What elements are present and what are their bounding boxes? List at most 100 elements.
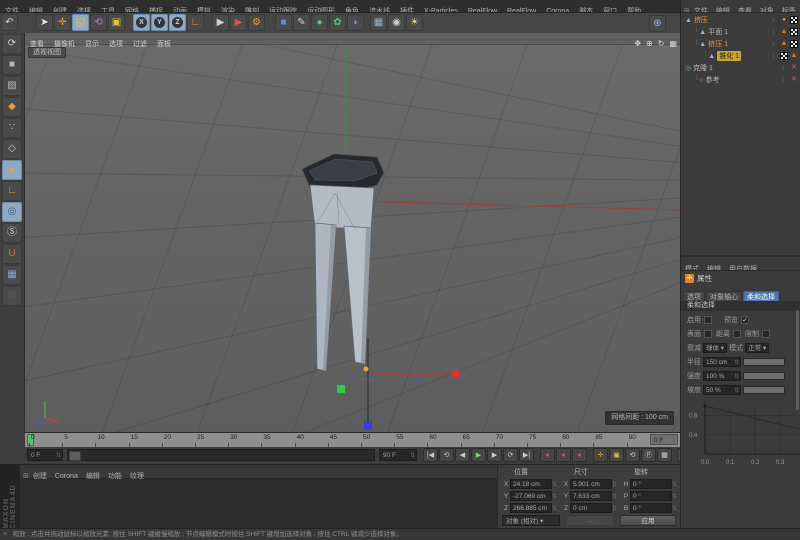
disabled-tag-icon[interactable]: ✕ [790,64,798,72]
menu-流水线[interactable]: 流水线 [369,6,390,13]
end-frame-field[interactable]: 90 F⇅ [379,449,417,461]
tag-dot-icon[interactable]: ● [780,16,788,24]
material-menu-Corona[interactable]: Corona [55,471,78,483]
menu-脚本[interactable]: 脚本 [579,6,593,13]
object-row-平面 1[interactable]: └▲平面 1∶▲ [681,26,800,38]
gizmo-origin-point[interactable] [364,367,369,372]
record-rotation-button[interactable]: ⟲ [625,448,640,462]
next-frame-button[interactable]: ▶ [487,448,502,462]
autokeying-button[interactable]: ● [556,448,571,462]
menu-RealFlow[interactable]: RealFlow [468,6,497,13]
object-row-锥化 1[interactable]: └▲锥化 1∶▲ [681,50,800,62]
record-active-objects-button[interactable]: ● [540,448,555,462]
material-menu-功能[interactable]: 功能 [108,471,122,483]
rotate-view-icon[interactable]: ↻ [658,38,665,49]
record-pla-button[interactable]: ▦ [657,448,672,462]
points-mode-icon[interactable]: ∵ [2,118,22,138]
play-forward-button[interactable]: ▶ [471,448,486,462]
object-name[interactable]: 参考 [706,75,720,85]
gizmo-x-handle[interactable] [452,370,460,378]
object-name[interactable]: 平面 1 [708,27,728,37]
snap-magnet-icon[interactable]: U [2,244,22,264]
goto-start-button[interactable]: |◀ [423,448,438,462]
visibility-dots-icon[interactable]: ∶ [782,65,785,72]
material-menu-编辑[interactable]: 编辑 [86,471,100,483]
menu-角色[interactable]: 角色 [345,6,359,13]
frame-range-slider[interactable] [67,449,375,461]
floor-icon[interactable]: ▦ [370,14,387,31]
texture-tag-icon[interactable] [790,28,798,36]
strength-field[interactable]: 100 %⇅ [703,371,741,381]
coord-field-尺寸-Z[interactable]: 0 cm [570,503,612,513]
x-axis-lock-icon[interactable]: X [133,14,150,31]
make-editable-icon[interactable]: ⟳ [2,34,22,54]
workplane-mode-icon[interactable]: ◆ [2,97,22,117]
texture-tag-icon[interactable] [790,16,798,24]
pants-model[interactable] [302,154,384,371]
menu-捕捉[interactable]: 捕捉 [149,6,163,13]
record-parameter-button[interactable]: Ⓟ [641,448,656,462]
visibility-dots-icon[interactable]: ∶ [772,29,775,36]
distance-checkbox[interactable] [733,330,741,338]
stepper-icon[interactable]: ⇅ [672,493,677,500]
timeline-ruler[interactable]: 0 F 051015202530354045505560657075808590 [25,432,680,447]
texture-tag-icon[interactable] [780,52,788,60]
stepper-icon[interactable]: ⇅ [612,505,617,512]
coord-field-位置-Y[interactable]: -27.069 cm [510,491,552,501]
frame-slider-handle[interactable] [69,451,81,461]
pan-view-icon[interactable]: ✥ [634,38,641,49]
visibility-dots-icon[interactable]: ∶ [772,53,775,60]
undo-icon[interactable]: ↶ [1,14,18,31]
menu-模拟[interactable]: 模拟 [197,6,211,13]
om-menu-对象[interactable]: 对象 [760,6,774,13]
object-row-克隆 1[interactable]: ◎克隆 1∶✕ [681,62,800,74]
goto-prev-key-button[interactable]: ⟲ [439,448,454,462]
start-frame-field[interactable]: 0 F⇅ [27,449,63,461]
menu-RealFlow[interactable]: RealFlow [507,6,536,13]
menu-窗口[interactable]: 窗口 [603,6,617,13]
object-row-参考[interactable]: └○参考∶✕ [681,74,800,86]
prev-frame-button[interactable]: ◀ [455,448,470,462]
viewport[interactable]: 查看摄像机显示选项过滤面板 ✥⊕↻▦ 透视视图 网格间距 : 100 cm [25,33,680,432]
viewport-solo-icon[interactable]: ◎ [2,202,22,222]
stepper-icon[interactable]: ⇅ [612,493,617,500]
polygons-mode-icon[interactable]: ▲ [2,160,22,180]
menu-工具[interactable]: 工具 [101,6,115,13]
visibility-dots-icon[interactable]: ∶ [772,41,775,48]
subdivision-surface-icon[interactable]: ● [311,14,328,31]
pants-hip[interactable] [310,185,374,229]
coord-field-旋转-H[interactable]: 0 ° [630,479,672,489]
menu-选择[interactable]: 选择 [77,6,91,13]
menu-创建[interactable]: 创建 [53,6,67,13]
object-name[interactable]: 克隆 1 [693,63,713,73]
disabled-tag-icon[interactable]: ✕ [790,76,798,84]
om-menu-文件[interactable]: 文件 [694,6,708,13]
om-menu-标签[interactable]: 标签 [782,6,796,13]
menu-Corona[interactable]: Corona [546,6,569,13]
phong-tag-icon[interactable]: ▲ [790,52,798,60]
current-frame-field[interactable]: 0 F [650,434,678,445]
mograph-icon[interactable]: ✿ [329,14,346,31]
last-tool-icon[interactable]: ▣ [108,14,125,31]
locked-workplane-icon[interactable]: ▩ [2,286,22,306]
panel-menu-icon[interactable]: ⊞ [23,471,29,483]
om-menu-查看[interactable]: 查看 [738,6,752,13]
mode-select[interactable]: 正常 ▾ [745,343,769,353]
enable-checkbox[interactable] [704,316,712,324]
stepper-icon[interactable]: ⇅ [672,505,677,512]
falloff-curve-graph[interactable]: 0.80.40.00.10.20.3 [681,398,800,476]
zoom-view-icon[interactable]: ⊕ [646,38,653,49]
deformer-icon[interactable]: ◗ [347,14,364,31]
gizmo-z-handle[interactable] [364,421,372,429]
goto-next-key-button[interactable]: ⟳ [503,448,518,462]
phong-tag-icon[interactable]: ▲ [780,28,788,36]
menu-动画[interactable]: 动画 [173,6,187,13]
viewport-menu-过滤[interactable]: 过滤 [133,39,147,50]
toggle-view-icon[interactable]: ▦ [669,38,677,49]
stepper-icon[interactable]: ⇅ [552,505,557,512]
stepper-icon[interactable]: ⇅ [552,481,557,488]
spline-pen-icon[interactable]: ✎ [293,14,310,31]
am-menu-用户数据[interactable]: 用户数据 [729,264,757,271]
radius-slider[interactable] [743,358,785,366]
goto-end-button[interactable]: ▶| [519,448,534,462]
